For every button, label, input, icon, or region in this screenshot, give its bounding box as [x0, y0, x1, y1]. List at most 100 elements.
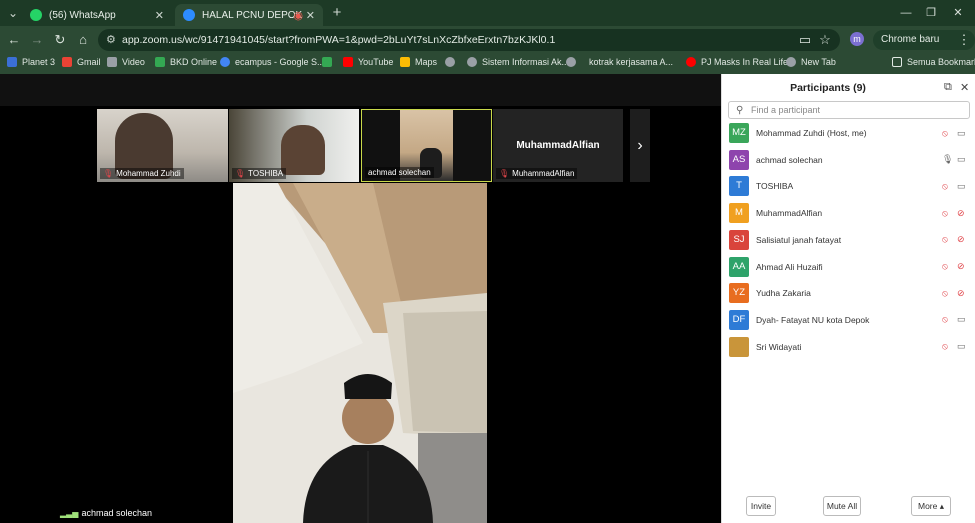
- stage-header: [0, 74, 721, 106]
- camera-in-use-icon[interactable]: ▭: [796, 31, 814, 49]
- camera-icon[interactable]: ▭: [957, 341, 966, 352]
- gallery-next-button[interactable]: ›: [630, 109, 650, 182]
- participant-row[interactable]: AS achmad solechan 🎙 ▭: [722, 147, 975, 173]
- home-icon[interactable]: ⌂: [74, 31, 92, 49]
- bookmark-item[interactable]: Gmail: [62, 57, 101, 67]
- participant-row[interactable]: DF Dyah- Fatayat NU kota Depok ⦸ ▭: [722, 307, 975, 333]
- minimize-button[interactable]: —: [896, 4, 916, 22]
- camera-off-icon[interactable]: ⊘: [957, 208, 965, 219]
- bookmark-item[interactable]: [322, 57, 337, 67]
- bookmark-label: Semua Bookmark: [907, 57, 975, 67]
- bookmark-item[interactable]: Planet 3: [7, 57, 55, 67]
- address-bar[interactable]: ⚙ app.zoom.us/wc/91471941045/start?fromP…: [98, 29, 840, 51]
- camera-off-icon[interactable]: ⊘: [957, 288, 965, 299]
- more-button[interactable]: More ▴: [911, 496, 951, 516]
- camera-icon[interactable]: ▭: [957, 314, 966, 325]
- active-speaker-label: ▂▃▅ achmad solechan: [60, 508, 152, 518]
- participant-avatar: M: [729, 203, 749, 224]
- video-thumbnail[interactable]: MuhammadAlfian 🎙 MuhammadAlfian: [493, 109, 623, 182]
- participant-row[interactable]: AA Ahmad Ali Huzaifi ⦸ ⊘: [722, 254, 975, 280]
- video-thumbnail[interactable]: 🎙 Mohammad Zuhdi: [97, 109, 228, 182]
- mic-muted-icon[interactable]: ⦸: [942, 261, 948, 272]
- participant-row[interactable]: YZ Yudha Zakaria ⦸ ⊘: [722, 280, 975, 306]
- bookmark-item[interactable]: New Tab: [786, 57, 836, 67]
- bookmark-label: Maps: [415, 57, 438, 67]
- mic-muted-icon[interactable]: ⦸: [942, 181, 948, 192]
- bookmark-item[interactable]: Maps: [400, 57, 437, 67]
- mic-muted-icon[interactable]: ⦸: [942, 341, 948, 352]
- mic-muted-icon[interactable]: ⦸: [942, 234, 948, 245]
- camera-off-icon[interactable]: ⊘: [957, 261, 965, 272]
- bookmark-item[interactable]: Video: [107, 57, 145, 67]
- camera-icon[interactable]: ▭: [957, 128, 966, 139]
- tab-whatsapp[interactable]: (56) WhatsApp ✕: [22, 4, 172, 26]
- mic-muted-icon[interactable]: ⦸: [942, 314, 948, 325]
- profile-avatar[interactable]: m: [850, 32, 864, 46]
- whatsapp-icon: [30, 9, 42, 21]
- globe-icon: [445, 57, 455, 67]
- tab-label: HALAL PCNU DEPOK: [202, 9, 303, 21]
- tab-zoom-meeting[interactable]: HALAL PCNU DEPOK ◉ ✕: [175, 4, 323, 26]
- bookmark-item[interactable]: [445, 57, 460, 67]
- active-speaker-video: [233, 183, 487, 523]
- video-thumbnail-active[interactable]: achmad solechan: [361, 109, 492, 182]
- participant-name: Mohammad Zuhdi: [116, 169, 181, 178]
- site-info-icon[interactable]: ⚙: [106, 33, 116, 46]
- participant-name: Salisiatul janah fatayat: [756, 234, 842, 245]
- participant-name: TOSHIBA: [248, 169, 284, 178]
- participant-row[interactable]: M MuhammadAlfian ⦸ ⊘: [722, 200, 975, 226]
- participant-label: 🎙 TOSHIBA: [232, 168, 287, 179]
- forward-button[interactable]: →: [28, 31, 46, 49]
- new-tab-button[interactable]: +: [328, 4, 346, 22]
- camera-off-icon[interactable]: ⊘: [957, 234, 965, 245]
- browser-tab-bar: ⌄ (56) WhatsApp ✕ HALAL PCNU DEPOK ◉ ✕ +…: [0, 0, 975, 26]
- camera-icon[interactable]: ▭: [957, 154, 966, 165]
- camera-icon[interactable]: ▭: [957, 181, 966, 192]
- bookmark-star-icon[interactable]: ☆: [816, 31, 834, 49]
- menu-kebab-icon[interactable]: ⋮: [955, 31, 973, 49]
- mic-muted-icon[interactable]: ⦸: [942, 128, 948, 139]
- bookmark-label: BKD Online: [170, 57, 218, 67]
- all-bookmarks[interactable]: Semua Bookmark: [892, 57, 975, 67]
- close-icon[interactable]: ✕: [155, 9, 164, 22]
- youtube-icon: [343, 57, 353, 67]
- close-window-button[interactable]: ✕: [948, 4, 968, 22]
- bookmark-item[interactable]: ecampus - Google S...: [220, 57, 325, 67]
- bookmark-item[interactable]: kotrak kerjasama A...: [589, 57, 673, 67]
- active-speaker-name: achmad solechan: [81, 508, 153, 518]
- planet-icon: [7, 57, 17, 67]
- reload-button[interactable]: ↻: [51, 31, 69, 49]
- globe-icon: [107, 57, 117, 67]
- restore-button[interactable]: ❐: [921, 4, 941, 22]
- bookmark-item[interactable]: [566, 57, 581, 67]
- bookmark-item[interactable]: YouTube: [343, 57, 393, 67]
- popout-icon[interactable]: ⧉: [944, 81, 952, 94]
- mic-muted-icon[interactable]: ⦸: [942, 208, 948, 219]
- bookmark-item[interactable]: BKD Online: [155, 57, 217, 67]
- close-icon[interactable]: ✕: [960, 81, 969, 94]
- tab-search-chevron-icon[interactable]: ⌄: [4, 4, 22, 22]
- mute-all-button[interactable]: Mute All: [823, 496, 861, 516]
- participant-search-input[interactable]: ⚲ Find a participant: [728, 101, 970, 119]
- participant-avatar: T: [729, 176, 749, 197]
- bookmark-item[interactable]: PJ Masks In Real Life...: [686, 57, 796, 67]
- video-thumbnail[interactable]: 🎙 TOSHIBA: [229, 109, 359, 182]
- mic-muted-icon: 🎙: [235, 169, 246, 178]
- participant-row[interactable]: SJ Salisiatul janah fatayat ⦸ ⊘: [722, 227, 975, 253]
- globe-icon: [786, 57, 796, 67]
- bookmark-label: Sistem Informasi Ak...: [482, 57, 570, 67]
- participant-row[interactable]: Sri Widayati ⦸ ▭: [722, 334, 975, 360]
- mic-muted-icon[interactable]: ⦸: [942, 288, 948, 299]
- close-icon[interactable]: ✕: [306, 9, 315, 22]
- invite-button[interactable]: Invite: [746, 496, 776, 516]
- back-button[interactable]: ←: [5, 31, 23, 49]
- mic-icon[interactable]: 🎙: [942, 154, 953, 165]
- participant-name: achmad solechan: [368, 168, 431, 177]
- bookmark-label: YouTube: [358, 57, 394, 67]
- participant-row[interactable]: T TOSHIBA ⦸ ▭: [722, 173, 975, 199]
- participant-row[interactable]: MZ Mohammad Zuhdi (Host, me) ⦸ ▭: [722, 120, 975, 146]
- bookmark-item[interactable]: Sistem Informasi Ak...: [467, 57, 569, 67]
- folder-icon: [892, 57, 902, 67]
- browser-toolbar: ← → ↻ ⌂ ⚙ app.zoom.us/wc/91471941045/sta…: [0, 26, 975, 65]
- url-text: app.zoom.us/wc/91471941045/start?fromPWA…: [122, 34, 556, 46]
